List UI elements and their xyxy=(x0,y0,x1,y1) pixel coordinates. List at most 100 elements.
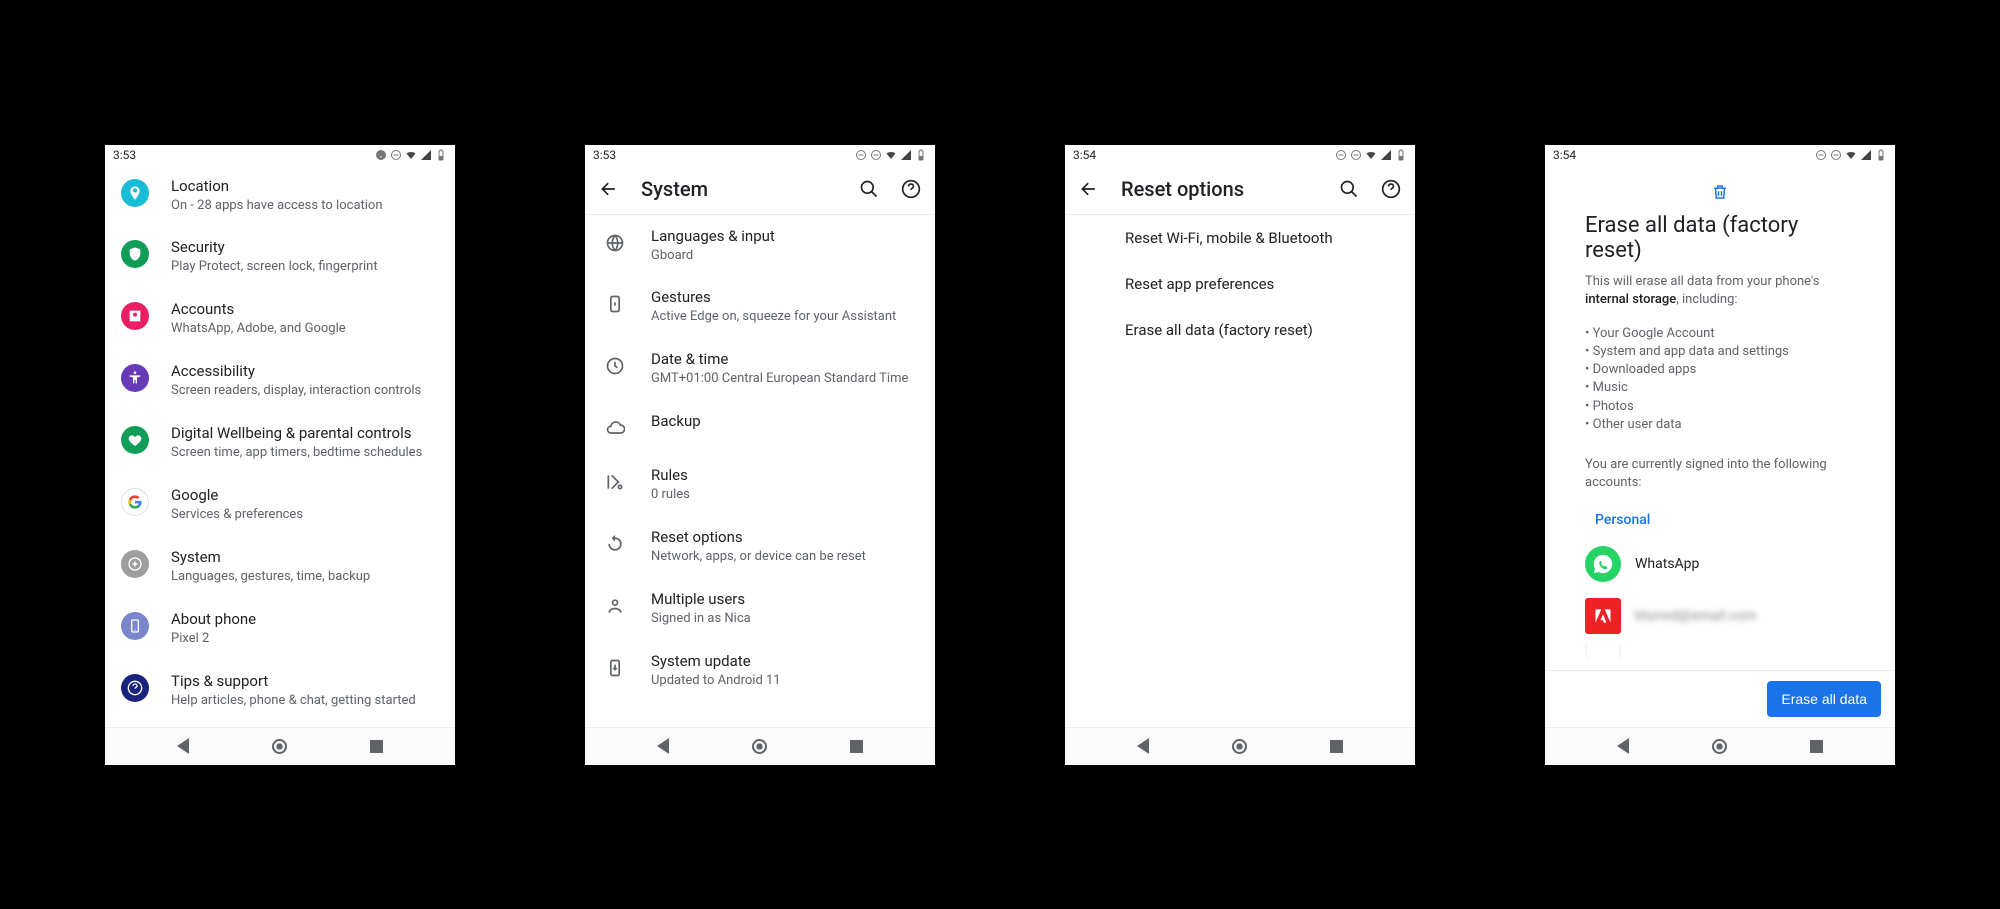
settings-item-subtitle: On - 28 apps have access to location xyxy=(171,198,439,215)
nav-home[interactable] xyxy=(1232,739,1247,754)
help-icon[interactable] xyxy=(1381,179,1401,199)
appbar: Reset options xyxy=(1065,165,1415,215)
navbar xyxy=(585,727,935,765)
statusbar-time: 3:53 xyxy=(113,148,136,162)
whatsapp-icon xyxy=(1585,546,1621,582)
nav-home[interactable] xyxy=(752,739,767,754)
settings-item-title: Security xyxy=(171,238,439,256)
location-icon xyxy=(121,179,149,207)
about-icon xyxy=(121,612,149,640)
system-icon xyxy=(121,550,149,578)
settings-item-subtitle: Languages, gestures, time, backup xyxy=(171,569,439,586)
rules-icon xyxy=(601,468,629,496)
system-item-update[interactable]: System update Updated to Android 11 xyxy=(585,640,935,702)
statusbar-time: 3:54 xyxy=(1073,148,1096,162)
settings-item-accounts[interactable]: Accounts WhatsApp, Adobe, and Google xyxy=(105,288,455,350)
signal-icon xyxy=(420,149,432,161)
erase-bullet: Other user data xyxy=(1585,416,1855,434)
erase-bullet: System and app data and settings xyxy=(1585,343,1855,361)
statusbar: 3:54 xyxy=(1065,145,1415,165)
settings-item-accessibility[interactable]: Accessibility Screen readers, display, i… xyxy=(105,350,455,412)
settings-item-system[interactable]: System Languages, gestures, time, backup xyxy=(105,536,455,598)
settings-item-google[interactable]: Google Services & preferences xyxy=(105,474,455,536)
dnd-icon xyxy=(375,149,387,161)
account-label: WhatsApp xyxy=(1635,556,1699,572)
account-label: blurred@email.com xyxy=(1635,608,1757,624)
nav-recent[interactable] xyxy=(1810,740,1823,753)
settings-item-subtitle: Screen readers, display, interaction con… xyxy=(171,383,439,400)
nav-back[interactable] xyxy=(657,738,669,754)
system-item-subtitle: Network, apps, or device can be reset xyxy=(651,549,919,566)
nav-home[interactable] xyxy=(1712,739,1727,754)
settings-item-title: System xyxy=(171,548,439,566)
account-row-adobe[interactable]: blurred@email.com xyxy=(1585,590,1855,642)
reset-options-list: Reset Wi-Fi, mobile & BluetoothReset app… xyxy=(1065,215,1415,727)
erase-description: This will erase all data from your phone… xyxy=(1585,273,1855,309)
system-item-clock[interactable]: Date & time GMT+01:00 Central European S… xyxy=(585,338,935,400)
system-item-title: Rules xyxy=(651,466,919,484)
settings-item-subtitle: Help articles, phone & chat, getting sta… xyxy=(171,693,439,710)
statusbar: 3:54 xyxy=(1545,145,1895,165)
system-item-subtitle: 0 rules xyxy=(651,487,919,504)
statusbar: 3:53 xyxy=(585,145,935,165)
settings-item-title: Tips & support xyxy=(171,672,439,690)
accounts-tab-personal[interactable]: Personal xyxy=(1585,506,1855,538)
phone-system: 3:53 System Languages & input Gboard xyxy=(585,145,935,765)
statusbar-time: 3:54 xyxy=(1553,148,1576,162)
erase-bullet: Photos xyxy=(1585,398,1855,416)
nav-back[interactable] xyxy=(1617,738,1629,754)
system-item-subtitle: Signed in as Nica xyxy=(651,611,919,628)
nav-back[interactable] xyxy=(177,738,189,754)
system-item-gesture[interactable]: Gestures Active Edge on, squeeze for you… xyxy=(585,276,935,338)
reset-option-2[interactable]: Erase all data (factory reset) xyxy=(1065,307,1415,353)
navbar xyxy=(1065,727,1415,765)
phone-settings-main: 3:53 Location On - 28 apps have access t… xyxy=(105,145,455,765)
nav-back[interactable] xyxy=(1137,738,1149,754)
system-item-reset[interactable]: Reset options Network, apps, or device c… xyxy=(585,516,935,578)
settings-item-title: Location xyxy=(171,177,439,195)
settings-item-security[interactable]: Security Play Protect, screen lock, fing… xyxy=(105,226,455,288)
google-icon xyxy=(121,488,149,516)
account-row-whatsapp[interactable]: WhatsApp xyxy=(1585,538,1855,590)
settings-item-title: Accessibility xyxy=(171,362,439,380)
appbar-title: Reset options xyxy=(1121,177,1317,201)
settings-item-title: Accounts xyxy=(171,300,439,318)
nav-recent[interactable] xyxy=(370,740,383,753)
user-icon xyxy=(601,592,629,620)
appbar-title: System xyxy=(641,177,837,201)
statusbar-time: 3:53 xyxy=(593,148,616,162)
system-item-cloud[interactable]: Backup xyxy=(585,400,935,454)
settings-item-location[interactable]: Location On - 28 apps have access to loc… xyxy=(105,165,455,227)
update-icon xyxy=(601,654,629,682)
clock-icon xyxy=(601,352,629,380)
nav-recent[interactable] xyxy=(1330,740,1343,753)
nav-recent[interactable] xyxy=(850,740,863,753)
search-icon[interactable] xyxy=(1339,179,1359,199)
search-icon[interactable] xyxy=(859,179,879,199)
erase-content: Erase all data (factory reset) This will… xyxy=(1545,165,1895,727)
nav-home[interactable] xyxy=(272,739,287,754)
gesture-icon xyxy=(601,290,629,318)
settings-item-title: Digital Wellbeing & parental controls xyxy=(171,424,439,442)
settings-item-wellbeing[interactable]: Digital Wellbeing & parental controls Sc… xyxy=(105,412,455,474)
tips-icon xyxy=(121,674,149,702)
back-icon[interactable] xyxy=(599,179,619,199)
erase-all-data-button[interactable]: Erase all data xyxy=(1767,681,1881,717)
settings-item-subtitle: Play Protect, screen lock, fingerprint xyxy=(171,259,439,276)
settings-item-about[interactable]: About phone Pixel 2 xyxy=(105,598,455,660)
navbar xyxy=(1545,727,1895,765)
system-item-title: Gestures xyxy=(651,288,919,306)
reset-option-1[interactable]: Reset app preferences xyxy=(1065,261,1415,307)
settings-item-subtitle: WhatsApp, Adobe, and Google xyxy=(171,321,439,338)
accounts-icon xyxy=(121,302,149,330)
statusbar-icons xyxy=(855,149,927,161)
help-icon[interactable] xyxy=(901,179,921,199)
reset-option-0[interactable]: Reset Wi-Fi, mobile & Bluetooth xyxy=(1065,215,1415,261)
signed-in-message: You are currently signed into the follow… xyxy=(1585,456,1855,492)
system-item-user[interactable]: Multiple users Signed in as Nica xyxy=(585,578,935,640)
settings-item-tips[interactable]: Tips & support Help articles, phone & ch… xyxy=(105,660,455,722)
statusbar-icons xyxy=(1335,149,1407,161)
system-item-rules[interactable]: Rules 0 rules xyxy=(585,454,935,516)
system-item-globe[interactable]: Languages & input Gboard xyxy=(585,215,935,277)
back-icon[interactable] xyxy=(1079,179,1099,199)
